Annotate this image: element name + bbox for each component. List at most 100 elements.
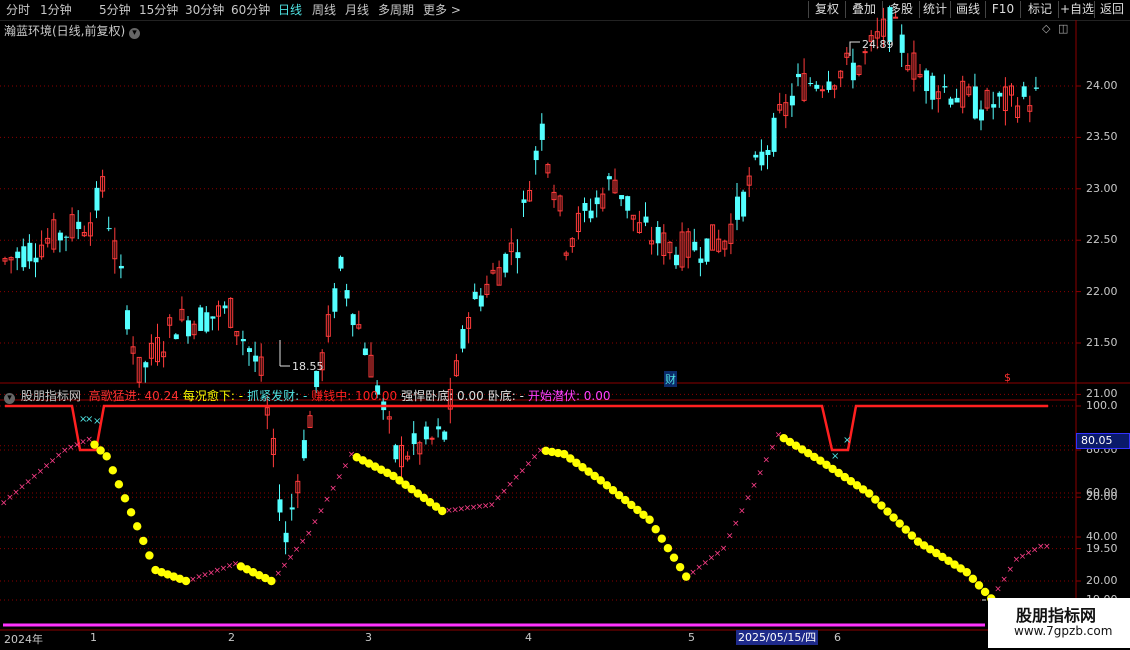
rising-cross: × [342,461,350,471]
falling-dot [645,515,654,524]
stock-title: 瀚蓝环境(日线,前复权) [4,24,126,38]
rising-cross: × [336,473,344,483]
candle-body [106,228,112,230]
legend-items: 高歌猛进: 40.24 每况愈下: - 抓紧发财: - 赚钱中: 100.00 强悍卧底… [89,389,615,403]
candle-body [521,199,527,203]
falling-dot [901,525,910,534]
date-tick: 2 [228,631,235,644]
date-tick: 2024年 [4,633,43,646]
falling-dot [675,562,685,572]
rising-cross: × [750,481,758,491]
falling-dot [974,581,984,590]
settings-icon[interactable]: ◫ [1058,22,1068,35]
candle-body [606,176,612,180]
falling-dot [889,513,898,522]
candle-body [765,149,771,155]
legend-item: 高歌猛进: 40.24 [88,389,179,403]
falling-dot [102,452,111,461]
candle-body [741,191,747,217]
indicator-tick: 40.00 [1086,530,1118,543]
falling-dot [980,587,990,597]
candle-body [759,151,765,166]
falling-dot [883,507,892,516]
candle-body [515,252,521,259]
candle-body [64,236,69,238]
candle-body [643,216,649,223]
diamond-icon[interactable]: ◇ [1042,22,1050,35]
dividend-marker[interactable]: $ [1004,371,1011,384]
price-tick: 19.50 [1086,541,1118,555]
candle-body [76,221,82,230]
candle-body [594,197,600,205]
candle-body [210,316,216,319]
candle-body [393,445,399,460]
price-tick: 24.00 [1086,79,1118,92]
candle-body [625,196,631,211]
candle-body [460,329,466,349]
indicator-legend: ▾ 股朋指标网 高歌猛进: 40.24 每况愈下: - 抓紧发财: - 赚钱中: 10… [4,387,619,404]
candle-body [954,97,960,103]
grab-cross: × [843,435,851,446]
candle-body [204,312,210,332]
falling-dot [114,480,124,489]
candle-body [893,16,899,19]
price-tick: 22.50 [1086,233,1118,247]
indicator-name: 股朋指标网 [20,389,81,403]
candle-body [94,187,100,211]
falling-dot [120,494,130,503]
candle-body [283,532,289,543]
rising-cross: × [1007,565,1015,575]
selected-date: 2025/05/15/四 [736,630,819,645]
candle-body [704,238,710,262]
candle-body [173,334,179,340]
date-tick: 4 [525,631,532,644]
candle-body [423,426,429,440]
candle-body [796,73,801,78]
falling-dot [145,551,154,560]
falling-dot [669,553,679,562]
falling-dot [962,568,971,577]
candle-body [247,348,252,352]
candle-body [899,34,905,53]
rising-cross: × [1000,575,1008,585]
candle-body [753,154,759,158]
candle-body [979,109,984,121]
date-tick: 6 [834,631,841,644]
current-value-box: 80.05 [1076,433,1130,449]
falling-dot [968,574,978,584]
main-chart-title: 瀚蓝环境(日线,前复权) ▾ [4,22,141,39]
candle-body [862,51,868,54]
candle-body [118,265,124,269]
candle-body [972,86,978,119]
chevron-down-icon[interactable]: ▾ [4,393,15,404]
price-tick: 23.00 [1086,181,1118,195]
grab-cross: × [93,416,101,427]
grab-cross: × [831,451,839,462]
candle-body [222,305,228,309]
rising-cross: × [994,585,1002,595]
falling-dot [126,508,136,517]
finance-marker[interactable]: 财 [664,371,677,387]
candle-body [619,195,625,200]
candle-body [27,242,33,262]
falling-dot [663,543,673,553]
falling-dot [871,495,880,504]
high-price-label: 24.89 [862,38,894,51]
chevron-down-icon[interactable]: ▾ [129,28,141,39]
rising-cross: × [1043,542,1051,552]
candle-body [15,251,21,259]
candle-body [332,288,338,312]
candle-body [1021,86,1027,97]
chart-canvas[interactable]: ××××××××××××××××××××××××××××××××××××××××… [0,0,1130,650]
rising-cross: × [738,506,746,516]
candle-body [582,203,588,211]
candle-body [350,314,356,326]
legend-item: 开始潜伏: 0.00 [527,389,611,403]
money-line [5,404,1048,452]
rising-cross: × [329,484,337,494]
rising-cross: × [763,456,771,466]
falling-dot [657,534,666,543]
candle-body [588,210,594,219]
rising-cross: × [311,518,319,528]
watermark-url: www.7gpzb.com [1014,624,1113,638]
